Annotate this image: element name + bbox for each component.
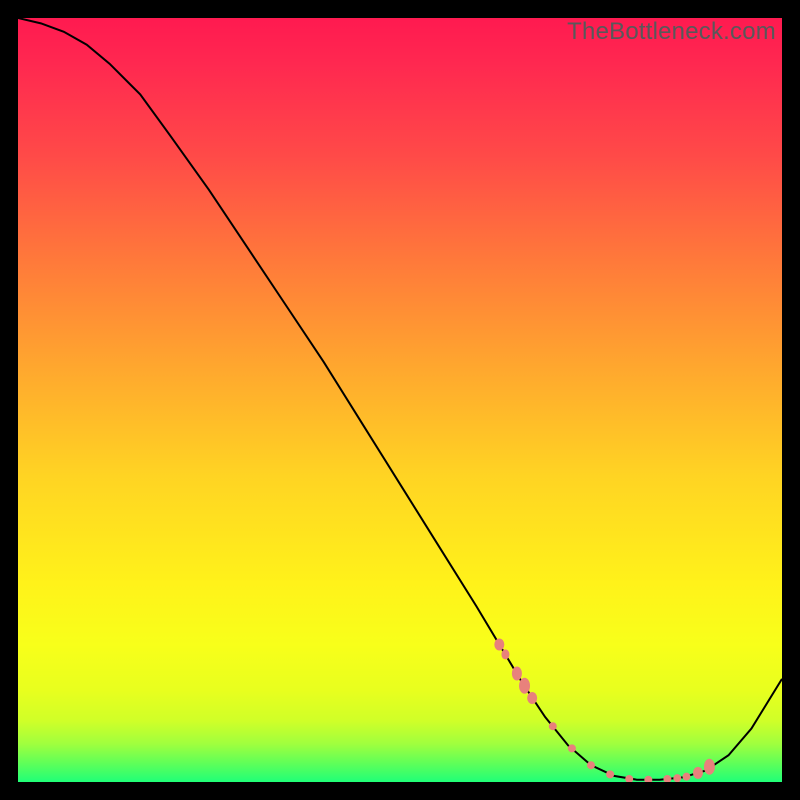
plot-area: TheBottleneck.com	[18, 18, 782, 782]
watermark-text: TheBottleneck.com	[567, 18, 776, 46]
curve-marker	[683, 773, 691, 781]
curve-marker	[494, 638, 504, 650]
curve-marker	[527, 692, 537, 704]
curve-marker	[519, 678, 530, 694]
curve-marker	[673, 774, 681, 782]
markers-group	[494, 638, 715, 782]
curve-marker	[606, 770, 614, 778]
curve-marker	[704, 759, 715, 775]
curve-marker	[625, 775, 633, 782]
curve-marker	[568, 744, 576, 752]
curve-marker	[587, 761, 595, 769]
curve-marker	[693, 767, 703, 779]
curve-marker	[501, 649, 509, 659]
bottleneck-curve	[18, 18, 782, 780]
curve-marker	[512, 667, 522, 681]
curve-marker	[644, 776, 652, 782]
curve-layer	[18, 18, 782, 782]
chart-container: TheBottleneck.com	[0, 0, 800, 800]
curve-marker	[663, 775, 671, 782]
markers-layer	[18, 18, 782, 782]
curve-marker	[549, 722, 557, 730]
